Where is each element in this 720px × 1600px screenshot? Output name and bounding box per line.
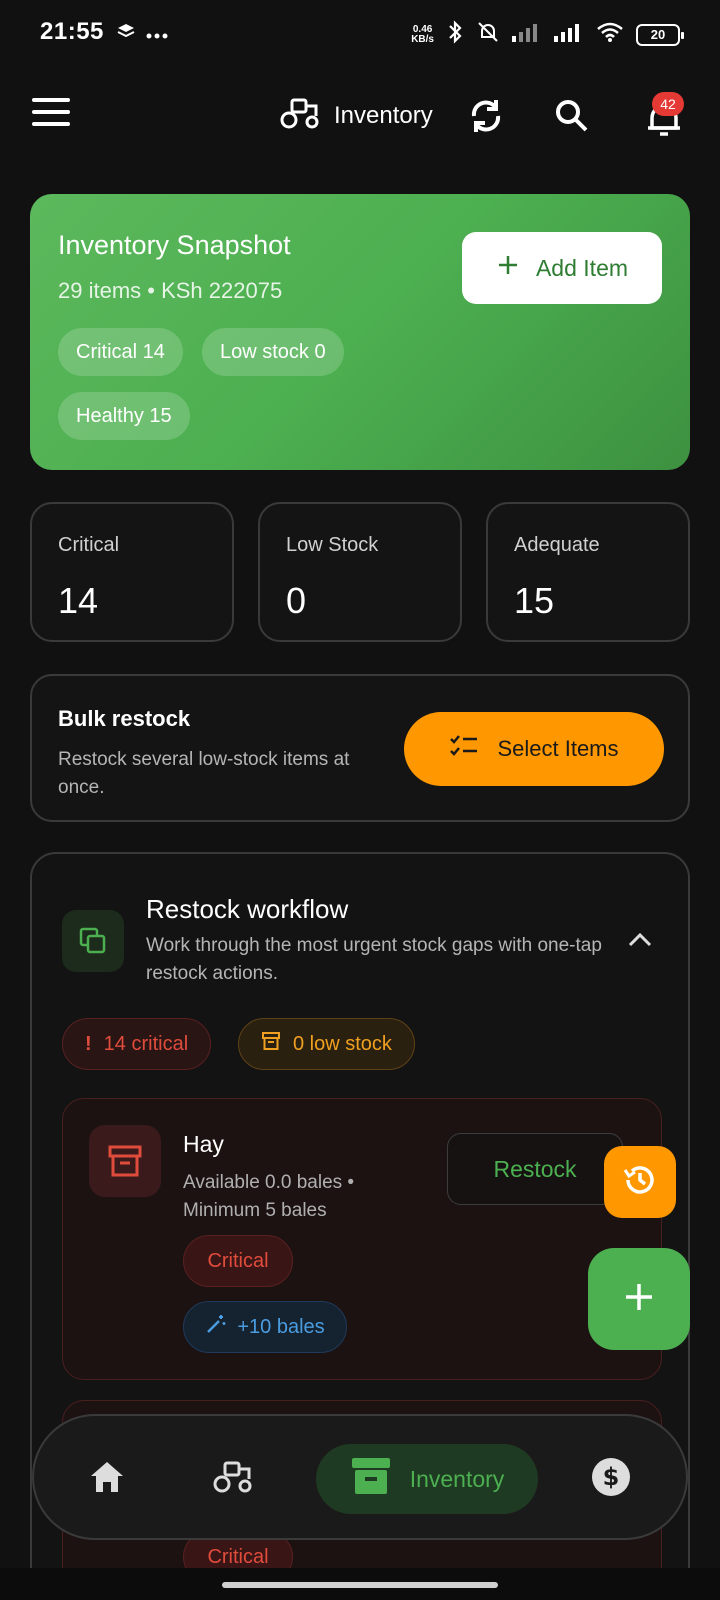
stat-label: Low Stock [286, 534, 379, 556]
net-speed-unit: KB/s [411, 33, 434, 45]
bulk-restock-title: Bulk restock [58, 706, 191, 731]
finance-icon: $ [591, 1457, 631, 1502]
archive-icon [89, 1125, 161, 1197]
stat-card-critical[interactable]: Critical 14 [30, 502, 234, 642]
bottom-navigation: Inventory $ [32, 1414, 688, 1540]
checklist-icon [449, 733, 479, 765]
nav-finance[interactable]: $ [576, 1444, 646, 1514]
add-item-button[interactable]: Add Item [462, 232, 662, 304]
status-time: 21:55 [40, 18, 104, 45]
quick-restock-label: +10 bales [237, 1315, 325, 1338]
plus-icon [496, 253, 520, 283]
chip-low-stock: Low stock 0 [202, 328, 344, 376]
low-stock-count-pill[interactable]: 0 low stock [238, 1018, 415, 1070]
plus-icon [622, 1280, 656, 1319]
snapshot-subtitle: 29 items • KSh 222075 [58, 278, 283, 303]
nav-home[interactable] [72, 1444, 142, 1514]
exclamation-icon: ! [85, 1032, 92, 1055]
select-items-button[interactable]: Select Items [404, 712, 664, 786]
status-bar: 21:55 0.46 KB/s 20 [0, 0, 720, 64]
tractor-icon [280, 96, 320, 135]
chip-healthy: Healthy 15 [58, 392, 190, 440]
workflow-title: Restock workflow [146, 894, 349, 924]
stat-card-adequate[interactable]: Adequate 15 [486, 502, 690, 642]
nav-inventory-label: Inventory [409, 1465, 505, 1492]
bluetooth-icon [446, 20, 464, 49]
battery-icon: 20 [636, 23, 684, 46]
quick-restock-chip[interactable]: +10 bales [183, 1301, 347, 1353]
add-fab-button[interactable] [588, 1248, 690, 1350]
workflow-description: Work through the most urgent stock gaps … [146, 935, 602, 984]
magic-wand-icon [205, 1313, 227, 1341]
signal-icon [554, 22, 584, 47]
history-icon [620, 1160, 660, 1205]
stat-card-low-stock[interactable]: Low Stock 0 [258, 502, 462, 642]
item-name: Hay [183, 1131, 224, 1157]
low-stock-count-label: 0 low stock [293, 1032, 392, 1055]
bulk-restock-description: Restock several low-stock items at once. [58, 749, 350, 798]
nav-inventory[interactable]: Inventory [316, 1444, 538, 1514]
inventory-snapshot-card: Inventory Snapshot 29 items • KSh 222075… [30, 194, 690, 470]
critical-count-pill[interactable]: ! 14 critical [62, 1018, 212, 1070]
tractor-icon [211, 1459, 255, 1500]
item-detail: Available 0.0 bales • Minimum 5 bales [183, 1172, 355, 1221]
stat-label: Adequate [514, 534, 600, 556]
restock-item-card: Hay Available 0.0 bales • Minimum 5 bale… [62, 1098, 662, 1380]
layers-icon [116, 22, 136, 47]
search-icon[interactable] [552, 96, 592, 136]
stat-value: 14 [58, 580, 99, 621]
copy-stack-icon [62, 910, 124, 972]
menu-icon[interactable] [32, 98, 72, 134]
home-indicator[interactable] [222, 1582, 498, 1588]
sync-icon[interactable] [466, 96, 506, 136]
stat-value: 0 [286, 580, 307, 621]
signal-icon [512, 22, 542, 47]
select-items-label: Select Items [497, 736, 619, 761]
critical-count-label: 14 critical [103, 1032, 189, 1055]
archive-icon [261, 1031, 281, 1057]
bulk-restock-card: Bulk restock Restock several low-stock i… [30, 674, 690, 822]
chip-critical: Critical 14 [58, 328, 183, 376]
inventory-icon [350, 1455, 392, 1503]
nav-machinery[interactable] [198, 1444, 268, 1514]
page-title: Inventory [334, 101, 433, 129]
status-badge: Critical [183, 1235, 293, 1287]
notification-badge: 42 [652, 92, 684, 116]
net-speed: 0.46 KB/s [411, 23, 434, 45]
snapshot-title: Inventory Snapshot [58, 230, 291, 260]
bell-muted-icon [476, 20, 500, 49]
stat-label: Critical [58, 534, 120, 556]
chevron-up-icon[interactable] [624, 924, 656, 956]
wifi-icon [596, 21, 624, 48]
add-item-label: Add Item [535, 254, 629, 281]
restock-button[interactable]: Restock [447, 1133, 623, 1205]
net-speed-value: 0.46 [412, 23, 433, 35]
more-dots-icon [146, 26, 168, 44]
app-bar: Inventory 42 [0, 78, 720, 154]
svg-text:$: $ [603, 1463, 620, 1491]
stat-value: 15 [514, 580, 555, 621]
home-icon [88, 1459, 126, 1500]
history-button[interactable] [604, 1146, 676, 1218]
